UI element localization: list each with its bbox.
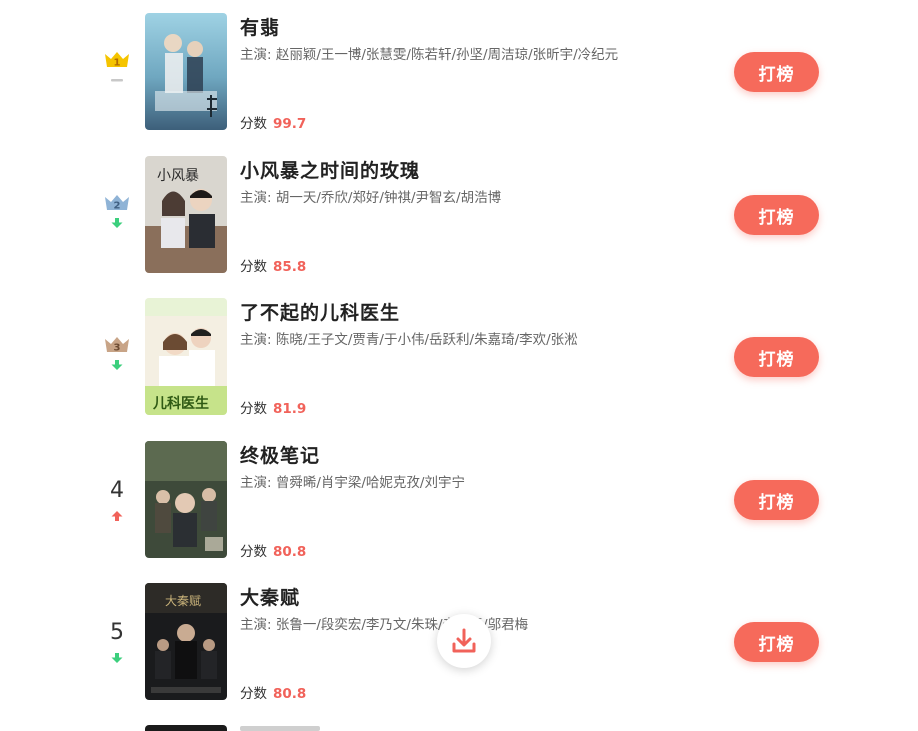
cast-list: 主演: 陈晓/王子文/贾青/于小伟/岳跃利/朱嘉琦/李欢/张淞 xyxy=(240,332,578,348)
svg-text:小风暴: 小风暴 xyxy=(157,168,199,184)
drama-title[interactable]: 大秦赋 xyxy=(240,583,300,610)
drama-title[interactable] xyxy=(240,726,320,731)
vote-button[interactable]: 打榜 xyxy=(734,337,819,377)
poster-image[interactable] xyxy=(145,13,227,130)
poster-image[interactable] xyxy=(145,725,227,731)
rank-number: 5 xyxy=(110,620,124,645)
score-line: 分数 80.8 xyxy=(240,682,306,702)
drama-title[interactable]: 小风暴之时间的玫瑰 xyxy=(240,156,420,183)
score-value: 81.9 xyxy=(273,401,307,417)
download-button[interactable] xyxy=(437,614,491,668)
poster-image[interactable]: 大秦赋 xyxy=(145,583,227,700)
score-value: 80.8 xyxy=(273,686,307,702)
list-item: 2 小风暴 小风暴之时间的玫瑰 主演: 胡一天/乔欣/郑好/钟祺/尹智玄/胡浩博… xyxy=(0,143,918,285)
score-line: 分数 81.9 xyxy=(240,397,306,417)
crown-rank-label: 1 xyxy=(114,58,121,69)
trend-down-icon xyxy=(111,653,123,663)
trend-flat-icon xyxy=(111,79,123,82)
score-line: 分数 99.7 xyxy=(240,112,306,132)
score-line: 分数 85.8 xyxy=(240,255,306,275)
crown-rank-label: 2 xyxy=(114,201,121,212)
list-item: 4 终极笔记 主演: 曾舜晞/肖宇梁/哈妮克孜/刘宇宁 分数 80.8 打榜 xyxy=(0,428,918,570)
crown-rank-label: 3 xyxy=(114,343,121,354)
list-item: 1 有翡 主演: 赵丽颖/王一博/张慧雯/陈若轩/孙坚/周洁琼/张昕宇/冷纪元 … xyxy=(0,0,918,142)
download-icon xyxy=(452,628,476,653)
svg-text:大秦赋: 大秦赋 xyxy=(165,594,201,608)
drama-title[interactable]: 有翡 xyxy=(240,13,280,40)
cast-list: 主演: 胡一天/乔欣/郑好/钟祺/尹智玄/胡浩博 xyxy=(240,190,502,206)
score-label: 分数 xyxy=(240,259,267,275)
list-item: 3 儿科医生 了不起的儿科医生 主演: 陈晓/王子文/贾青/于小伟/岳跃利/朱嘉… xyxy=(0,285,918,427)
svg-text:儿科医生: 儿科医生 xyxy=(152,395,209,412)
score-label: 分数 xyxy=(240,401,267,417)
vote-button[interactable]: 打榜 xyxy=(734,480,819,520)
score-label: 分数 xyxy=(240,116,267,132)
drama-title[interactable]: 终极笔记 xyxy=(240,441,320,468)
rank-indicator: 5 xyxy=(96,620,138,664)
ranking-list: 1 有翡 主演: 赵丽颖/王一博/张慧雯/陈若轩/孙坚/周洁琼/张昕宇/冷纪元 … xyxy=(0,0,918,731)
rank-indicator: 2 xyxy=(96,193,138,229)
score-value: 80.8 xyxy=(273,544,307,560)
bronze-crown-icon: 3 xyxy=(105,337,129,354)
poster-image[interactable] xyxy=(145,441,227,558)
cast-list: 主演: 赵丽颖/王一博/张慧雯/陈若轩/孙坚/周洁琼/张昕宇/冷纪元 xyxy=(240,47,619,63)
rank-indicator: 4 xyxy=(96,478,138,522)
score-label: 分数 xyxy=(240,544,267,560)
trend-down-icon xyxy=(111,218,123,228)
silver-crown-icon: 2 xyxy=(105,195,129,212)
vote-button[interactable]: 打榜 xyxy=(734,622,819,662)
rank-indicator: 3 xyxy=(96,335,138,371)
trend-down-icon xyxy=(111,360,123,370)
rank-number: 4 xyxy=(110,478,124,503)
score-line: 分数 80.8 xyxy=(240,540,306,560)
gold-crown-icon: 1 xyxy=(105,52,129,69)
trend-up-icon xyxy=(111,511,123,521)
drama-title[interactable]: 了不起的儿科医生 xyxy=(240,298,400,325)
rank-indicator: 1 xyxy=(96,50,138,86)
cast-list: 主演: 曾舜晞/肖宇梁/哈妮克孜/刘宇宁 xyxy=(240,475,465,491)
poster-image[interactable]: 儿科医生 xyxy=(145,298,227,415)
score-label: 分数 xyxy=(240,686,267,702)
score-value: 99.7 xyxy=(273,116,307,132)
poster-image[interactable]: 小风暴 xyxy=(145,156,227,273)
score-value: 85.8 xyxy=(273,259,307,275)
vote-button[interactable]: 打榜 xyxy=(734,52,819,92)
vote-button[interactable]: 打榜 xyxy=(734,195,819,235)
